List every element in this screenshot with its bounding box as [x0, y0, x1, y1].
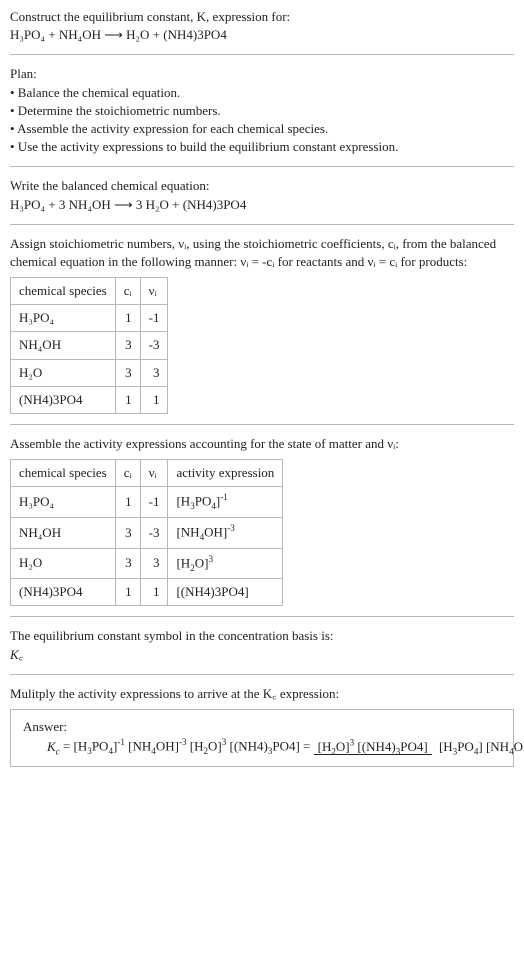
- cell-species: H₂O: [11, 548, 116, 579]
- answer-label: Answer:: [23, 719, 67, 734]
- cell-vi: -1: [140, 487, 168, 518]
- table-row: NH₄OH 3 -3: [11, 332, 168, 359]
- symbol-kc: K꜀: [10, 647, 23, 662]
- activity-text: Assemble the activity expressions accoun…: [10, 435, 514, 453]
- table-row: H₂O 3 3: [11, 359, 168, 386]
- plan-bullet-4: • Use the activity expressions to build …: [10, 139, 398, 154]
- stoich-table: chemical species cᵢ νᵢ H₃PO₄ 1 -1 NH₄OH …: [10, 277, 168, 414]
- cell-vi: -1: [140, 305, 168, 332]
- cell-species: NH₄OH: [11, 332, 116, 359]
- cell-ci: 3: [115, 518, 140, 549]
- divider: [10, 616, 514, 617]
- cell-species: H₃PO₄: [11, 305, 116, 332]
- table-row: (NH4)3PO4 1 1: [11, 386, 168, 413]
- cell-ci: 3: [115, 359, 140, 386]
- cell-vi: 3: [140, 359, 168, 386]
- cell-ci: 1: [115, 305, 140, 332]
- cell-activity: [H3PO4]-1: [168, 487, 283, 518]
- cell-vi: 1: [140, 579, 168, 606]
- plan-title: Plan:: [10, 66, 37, 81]
- intro-line1: Construct the equilibrium constant, K, e…: [10, 9, 290, 24]
- divider: [10, 424, 514, 425]
- cell-species: H₂O: [11, 359, 116, 386]
- symbol-section: The equilibrium constant symbol in the c…: [10, 627, 514, 663]
- intro-equation: H₃PO₄ + NH₄OH ⟶ H₂O + (NH4)3PO4: [10, 27, 227, 42]
- col-activity: activity expression: [168, 460, 283, 487]
- plan-bullet-2: • Determine the stoichiometric numbers.: [10, 103, 221, 118]
- cell-species: H₃PO₄: [11, 487, 116, 518]
- cell-vi: -3: [140, 332, 168, 359]
- balanced-line1: Write the balanced chemical equation:: [10, 178, 209, 193]
- cell-ci: 1: [115, 579, 140, 606]
- col-vi: νᵢ: [140, 278, 168, 305]
- divider: [10, 224, 514, 225]
- cell-vi: 1: [140, 386, 168, 413]
- col-ci: cᵢ: [115, 460, 140, 487]
- activity-table: chemical species cᵢ νᵢ activity expressi…: [10, 459, 283, 606]
- cell-ci: 3: [115, 548, 140, 579]
- plan-section: Plan: • Balance the chemical equation. •…: [10, 65, 514, 156]
- table-row: NH₄OH 3 -3 [NH4OH]-3: [11, 518, 283, 549]
- plan-bullet-1: • Balance the chemical equation.: [10, 85, 180, 100]
- cell-ci: 1: [115, 487, 140, 518]
- col-species: chemical species: [11, 278, 116, 305]
- multiply-text: Mulitply the activity expressions to arr…: [10, 685, 514, 703]
- plan-bullet-3: • Assemble the activity expression for e…: [10, 121, 328, 136]
- intro-text: Construct the equilibrium constant, K, e…: [10, 8, 514, 44]
- table-row: H₂O 3 3 [H2O]3: [11, 548, 283, 579]
- cell-activity: [H2O]3: [168, 548, 283, 579]
- divider: [10, 166, 514, 167]
- col-vi: νᵢ: [140, 460, 168, 487]
- cell-species: NH₄OH: [11, 518, 116, 549]
- symbol-line1: The equilibrium constant symbol in the c…: [10, 628, 334, 643]
- stoich-text: Assign stoichiometric numbers, νᵢ, using…: [10, 235, 514, 271]
- table-row: chemical species cᵢ νᵢ activity expressi…: [11, 460, 283, 487]
- cell-vi: 3: [140, 548, 168, 579]
- cell-ci: 3: [115, 332, 140, 359]
- cell-activity: [(NH4)3PO4]: [168, 579, 283, 606]
- answer-box: Answer: Kc = [H3PO4]-1 [NH4OH]-3 [H2O]3 …: [10, 709, 514, 767]
- col-species: chemical species: [11, 460, 116, 487]
- table-row: H₃PO₄ 1 -1: [11, 305, 168, 332]
- cell-species: (NH4)3PO4: [11, 386, 116, 413]
- table-row: (NH4)3PO4 1 1 [(NH4)3PO4]: [11, 579, 283, 606]
- balanced-equation: H₃PO₄ + 3 NH₄OH ⟶ 3 H₂O + (NH4)3PO4: [10, 197, 246, 212]
- answer-equation: Kc = [H3PO4]-1 [NH4OH]-3 [H2O]3 [(NH4)3P…: [47, 736, 501, 758]
- col-ci: cᵢ: [115, 278, 140, 305]
- divider: [10, 54, 514, 55]
- table-row: chemical species cᵢ νᵢ: [11, 278, 168, 305]
- cell-species: (NH4)3PO4: [11, 579, 116, 606]
- cell-activity: [NH4OH]-3: [168, 518, 283, 549]
- table-row: H₃PO₄ 1 -1 [H3PO4]-1: [11, 487, 283, 518]
- cell-vi: -3: [140, 518, 168, 549]
- divider: [10, 674, 514, 675]
- balanced-section: Write the balanced chemical equation: H₃…: [10, 177, 514, 213]
- cell-ci: 1: [115, 386, 140, 413]
